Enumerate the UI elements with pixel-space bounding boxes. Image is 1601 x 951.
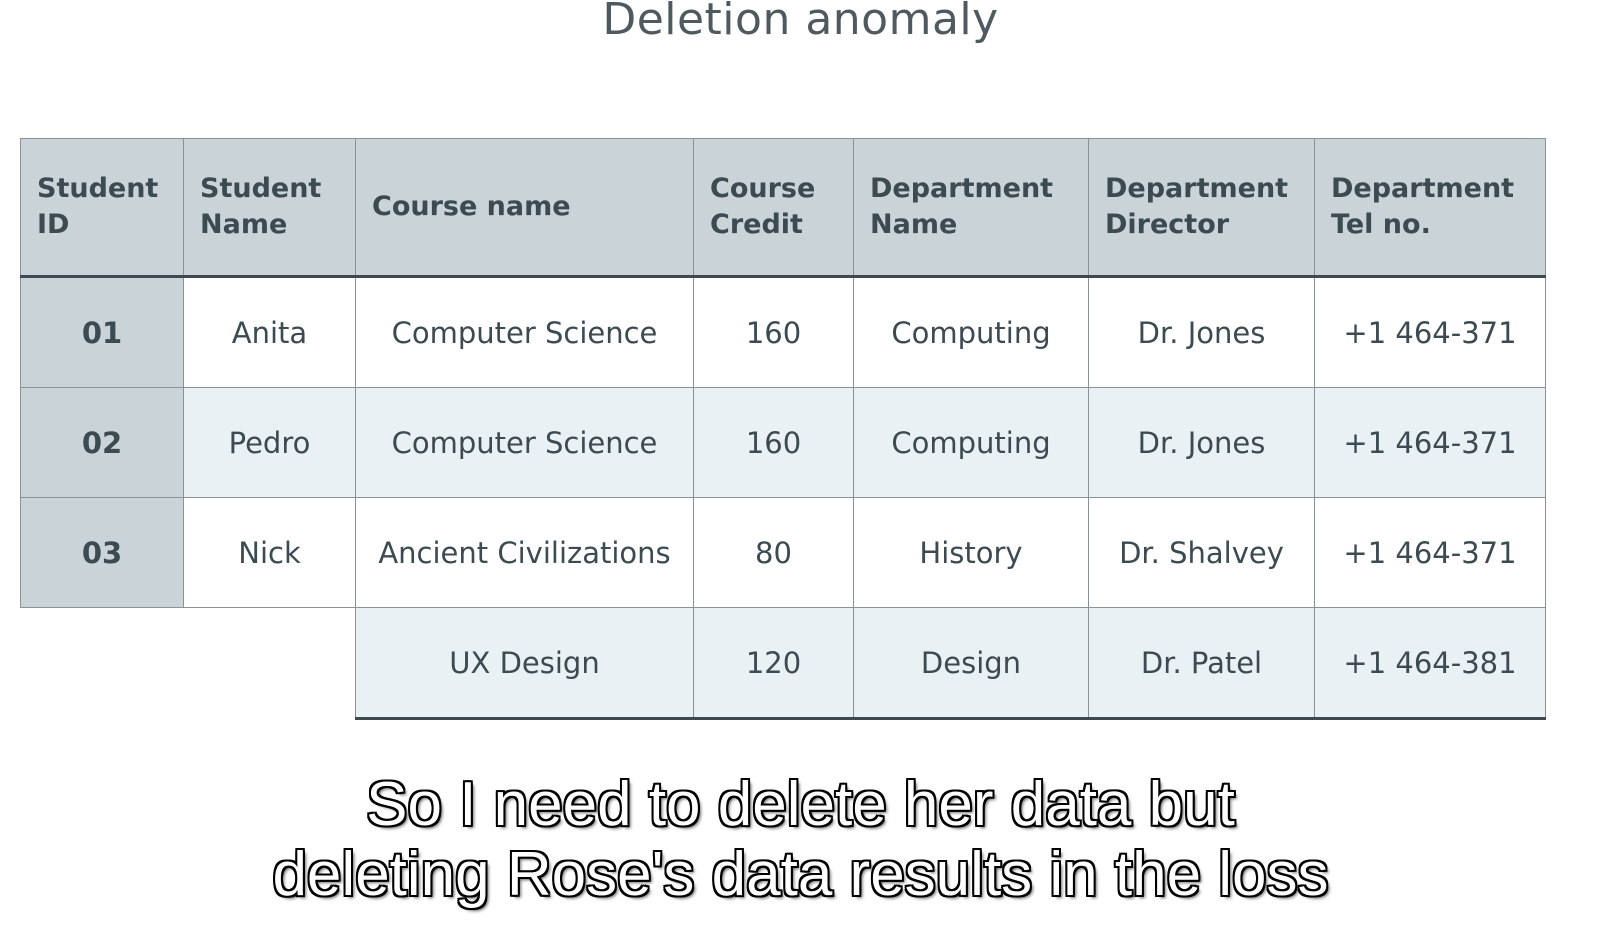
course-name-cell: Computer Science xyxy=(355,387,694,498)
header-department-tel: Department Tel no. xyxy=(1314,138,1546,278)
blank-cell xyxy=(20,607,184,719)
blank-cell xyxy=(183,607,356,719)
table-row: 03 Nick Ancient Civilizations 80 History… xyxy=(20,497,1546,608)
slide-title: Deletion anomaly xyxy=(602,0,999,45)
department-name-cell: History xyxy=(853,497,1089,608)
table-row: UX Design 120 Design Dr. Patel +1 464-38… xyxy=(20,607,1546,720)
student-id-cell: 03 xyxy=(20,497,184,608)
student-name-cell: Pedro xyxy=(183,387,356,498)
header-label: Name xyxy=(200,209,288,240)
header-department-name: Department Name xyxy=(853,138,1089,278)
header-course-credit: Course Credit xyxy=(693,138,854,278)
header-label: Department xyxy=(1105,173,1289,204)
video-caption: So I need to delete her data but deletin… xyxy=(0,770,1601,910)
student-course-table: Student ID Student Name Course name Course… xyxy=(20,138,1546,720)
course-credit-cell: 160 xyxy=(693,276,854,388)
header-department-director: Department Director xyxy=(1088,138,1315,278)
header-course-name: Course name xyxy=(355,138,694,278)
department-name-cell: Design xyxy=(853,607,1089,720)
header-label: Student xyxy=(200,173,322,204)
department-name-cell: Computing xyxy=(853,387,1089,498)
header-label: Department xyxy=(870,173,1054,204)
header-label: Course name xyxy=(372,191,571,222)
department-tel-cell: +1 464-371 xyxy=(1314,497,1546,608)
caption-line: deleting Rose's data results in the loss xyxy=(272,840,1329,909)
student-name-cell: Anita xyxy=(183,276,356,388)
course-name-cell: Ancient Civilizations xyxy=(355,497,694,608)
department-tel-cell: +1 464-371 xyxy=(1314,387,1546,498)
header-label: Director xyxy=(1105,209,1230,240)
course-credit-cell: 80 xyxy=(693,497,854,608)
header-label: Tel no. xyxy=(1331,209,1431,240)
table-row: 01 Anita Computer Science 160 Computing … xyxy=(20,276,1546,388)
header-student-name: Student Name xyxy=(183,138,356,278)
department-director-cell: Dr. Jones xyxy=(1088,387,1315,498)
header-label: Course xyxy=(710,173,816,204)
department-tel-cell: +1 464-371 xyxy=(1314,276,1546,388)
table-header-row: Student ID Student Name Course name Course… xyxy=(20,138,1546,278)
course-name-cell: UX Design xyxy=(355,607,694,720)
department-tel-cell: +1 464-381 xyxy=(1314,607,1546,720)
student-id-cell: 02 xyxy=(20,387,184,498)
header-label: Name xyxy=(870,209,958,240)
course-credit-cell: 160 xyxy=(693,387,854,498)
header-label: Department xyxy=(1331,173,1515,204)
student-name-cell: Nick xyxy=(183,497,356,608)
department-name-cell: Computing xyxy=(853,276,1089,388)
header-label: Credit xyxy=(710,209,803,240)
department-director-cell: Dr. Jones xyxy=(1088,276,1315,388)
header-label: Student xyxy=(37,173,159,204)
department-director-cell: Dr. Patel xyxy=(1088,607,1315,720)
course-credit-cell: 120 xyxy=(693,607,854,720)
student-id-cell: 01 xyxy=(20,276,184,388)
department-director-cell: Dr. Shalvey xyxy=(1088,497,1315,608)
table-row: 02 Pedro Computer Science 160 Computing … xyxy=(20,387,1546,498)
course-name-cell: Computer Science xyxy=(355,276,694,388)
header-label: ID xyxy=(37,209,70,240)
caption-line: So I need to delete her data but xyxy=(366,770,1235,839)
header-student-id: Student ID xyxy=(20,138,184,278)
